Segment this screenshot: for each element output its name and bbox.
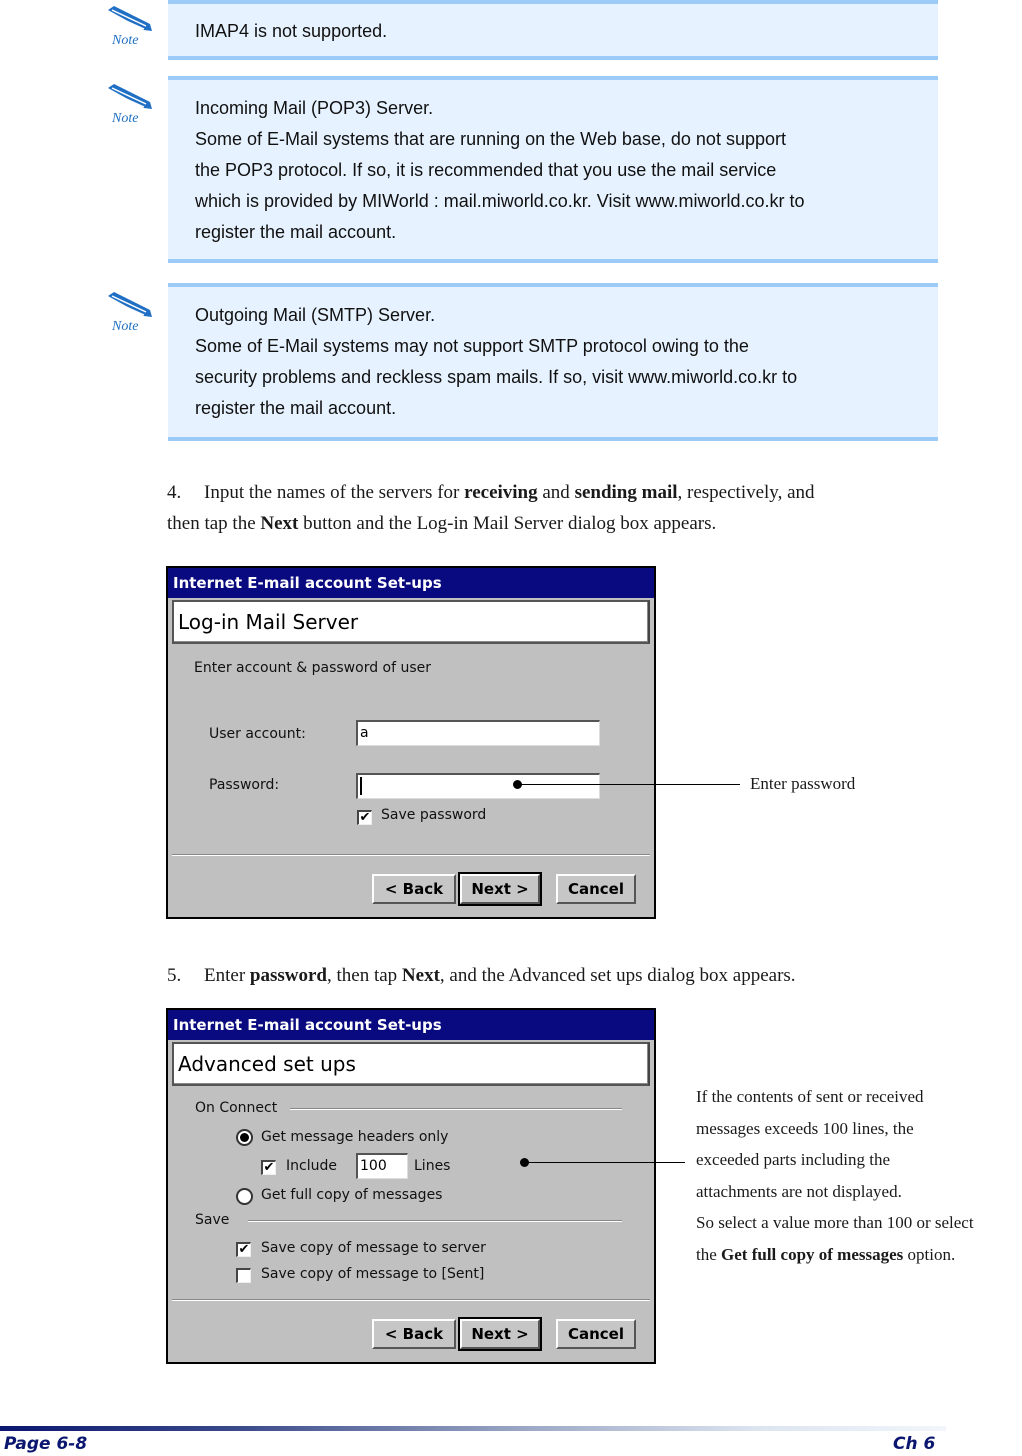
- cancel-button[interactable]: Cancel: [556, 874, 636, 904]
- user-account-label: User account:: [209, 726, 306, 742]
- note-box: IMAP4 is not supported.: [168, 0, 938, 60]
- password-input[interactable]: [356, 773, 600, 799]
- cancel-button[interactable]: Cancel: [556, 1319, 636, 1349]
- get-headers-only-label: Get message headers only: [261, 1129, 449, 1145]
- step-4-paragraph: 4. Input the names of the servers for rec…: [167, 477, 947, 539]
- dialog-subtitle: Enter account & password of user: [194, 660, 432, 676]
- chapter-label: Ch 6: [893, 1434, 936, 1454]
- bold-text: sending mail: [574, 482, 678, 503]
- include-lines-input[interactable]: 100: [356, 1153, 408, 1179]
- bold-text: Next: [401, 965, 440, 986]
- callout-line-text: the Get full copy of messages option.: [696, 1239, 1022, 1271]
- note-box: Incoming Mail (POP3) Server. Some of E-M…: [168, 76, 938, 263]
- group-divider: [290, 1108, 622, 1110]
- text-cursor: [360, 777, 362, 795]
- note-text: security problems and reckless spam mail…: [195, 367, 798, 387]
- footer-gradient-bar: [0, 1426, 946, 1431]
- get-headers-only-radio[interactable]: [236, 1129, 253, 1146]
- save-to-sent-checkbox[interactable]: [236, 1268, 251, 1283]
- note-pencil-icon: Note: [104, 82, 156, 126]
- text: then tap the: [167, 513, 261, 534]
- text: , respectively, and: [677, 482, 815, 503]
- note-label: Note: [111, 33, 138, 48]
- note-text: Some of E-Mail systems may not support S…: [195, 336, 749, 356]
- dialog-header: Advanced set ups: [172, 1042, 650, 1086]
- text: option.: [903, 1244, 956, 1264]
- get-full-copy-label: Get full copy of messages: [261, 1187, 443, 1203]
- note-text: IMAP4 is not supported.: [195, 21, 388, 41]
- text: the: [696, 1244, 722, 1264]
- next-button[interactable]: Next >: [458, 872, 542, 906]
- step-number: 4.: [167, 482, 182, 503]
- group-divider: [248, 1220, 622, 1222]
- user-account-input[interactable]: a: [356, 720, 600, 746]
- dialog-header: Log-in Mail Server: [172, 600, 650, 644]
- note-box: Outgoing Mail (SMTP) Server. Some of E-M…: [168, 283, 938, 441]
- text: button and the Log-in Mail Server dialog…: [298, 513, 717, 534]
- note-label: Note: [111, 111, 138, 126]
- save-group-label: Save: [195, 1212, 230, 1228]
- page-number: Page 6-8: [4, 1434, 88, 1454]
- callout-line-text: If the contents of sent or received: [696, 1087, 924, 1106]
- on-connect-group-label: On Connect: [195, 1100, 278, 1116]
- step-number: 5.: [167, 965, 182, 986]
- text: and: [537, 482, 575, 503]
- note-text: register the mail account.: [195, 222, 397, 242]
- callout-line-text: messages exceeds 100 lines, the: [696, 1118, 914, 1138]
- text: Input the names of the servers for: [204, 482, 465, 503]
- save-password-checkbox[interactable]: ✔: [357, 810, 372, 825]
- bold-text: password: [249, 965, 327, 986]
- note-pencil-icon: Note: [104, 4, 156, 48]
- note-label: Note: [111, 319, 138, 334]
- back-button[interactable]: < Back: [372, 1319, 456, 1349]
- bold-text: Get full copy of messages: [721, 1244, 904, 1264]
- bold-text: Next: [260, 513, 299, 534]
- save-to-sent-label: Save copy of message to [Sent]: [261, 1266, 485, 1282]
- note-text: the POP3 protocol. If so, it is recommen…: [195, 160, 777, 180]
- divider: [172, 854, 650, 856]
- include-label: Include: [286, 1158, 337, 1174]
- advanced-setups-dialog: Internet E-mail account Set-ups Advanced…: [166, 1008, 656, 1364]
- get-full-copy-radio[interactable]: [236, 1188, 253, 1205]
- callout-line: [518, 784, 740, 785]
- note-heading: Outgoing Mail (SMTP) Server.: [195, 305, 436, 325]
- note-text: register the mail account.: [195, 398, 397, 418]
- step-5-paragraph: 5. Enter password, then tap Next, and the…: [167, 960, 967, 991]
- note-pencil-icon: Note: [104, 290, 156, 334]
- callout-line-text: exceeded parts including the: [696, 1150, 891, 1169]
- callout-enter-password: Enter password: [750, 774, 856, 793]
- next-button[interactable]: Next >: [458, 1317, 542, 1351]
- note-text: Some of E-Mail systems that are running …: [195, 129, 786, 149]
- include-checkbox[interactable]: ✔: [261, 1160, 276, 1175]
- dialog-title: Internet E-mail account Set-ups: [168, 1010, 654, 1040]
- bold-text: receiving: [464, 482, 538, 503]
- password-label: Password:: [209, 777, 280, 793]
- callout-lines-explanation: If the contents of sent or received mess…: [696, 1081, 1022, 1270]
- note-text: which is provided by MIWorld : mail.miwo…: [195, 191, 805, 211]
- login-mail-server-dialog: Internet E-mail account Set-ups Log-in M…: [166, 566, 656, 919]
- save-to-server-label: Save copy of message to server: [261, 1240, 486, 1256]
- dialog-title: Internet E-mail account Set-ups: [168, 568, 654, 598]
- save-password-label: Save password: [381, 807, 487, 823]
- divider: [172, 1299, 650, 1301]
- callout-line-text: So select a value more than 100 or selec…: [696, 1213, 974, 1232]
- text: Enter: [204, 965, 250, 986]
- callout-line: [525, 1162, 685, 1163]
- callout-line-text: attachments are not displayed.: [696, 1181, 902, 1201]
- back-button[interactable]: < Back: [372, 874, 456, 904]
- text: , and the Advanced set ups dialog box ap…: [439, 965, 796, 986]
- lines-label: Lines: [414, 1158, 451, 1174]
- save-to-server-checkbox[interactable]: ✔: [236, 1242, 251, 1257]
- note-heading: Incoming Mail (POP3) Server.: [195, 98, 434, 118]
- text: , then tap: [326, 965, 402, 986]
